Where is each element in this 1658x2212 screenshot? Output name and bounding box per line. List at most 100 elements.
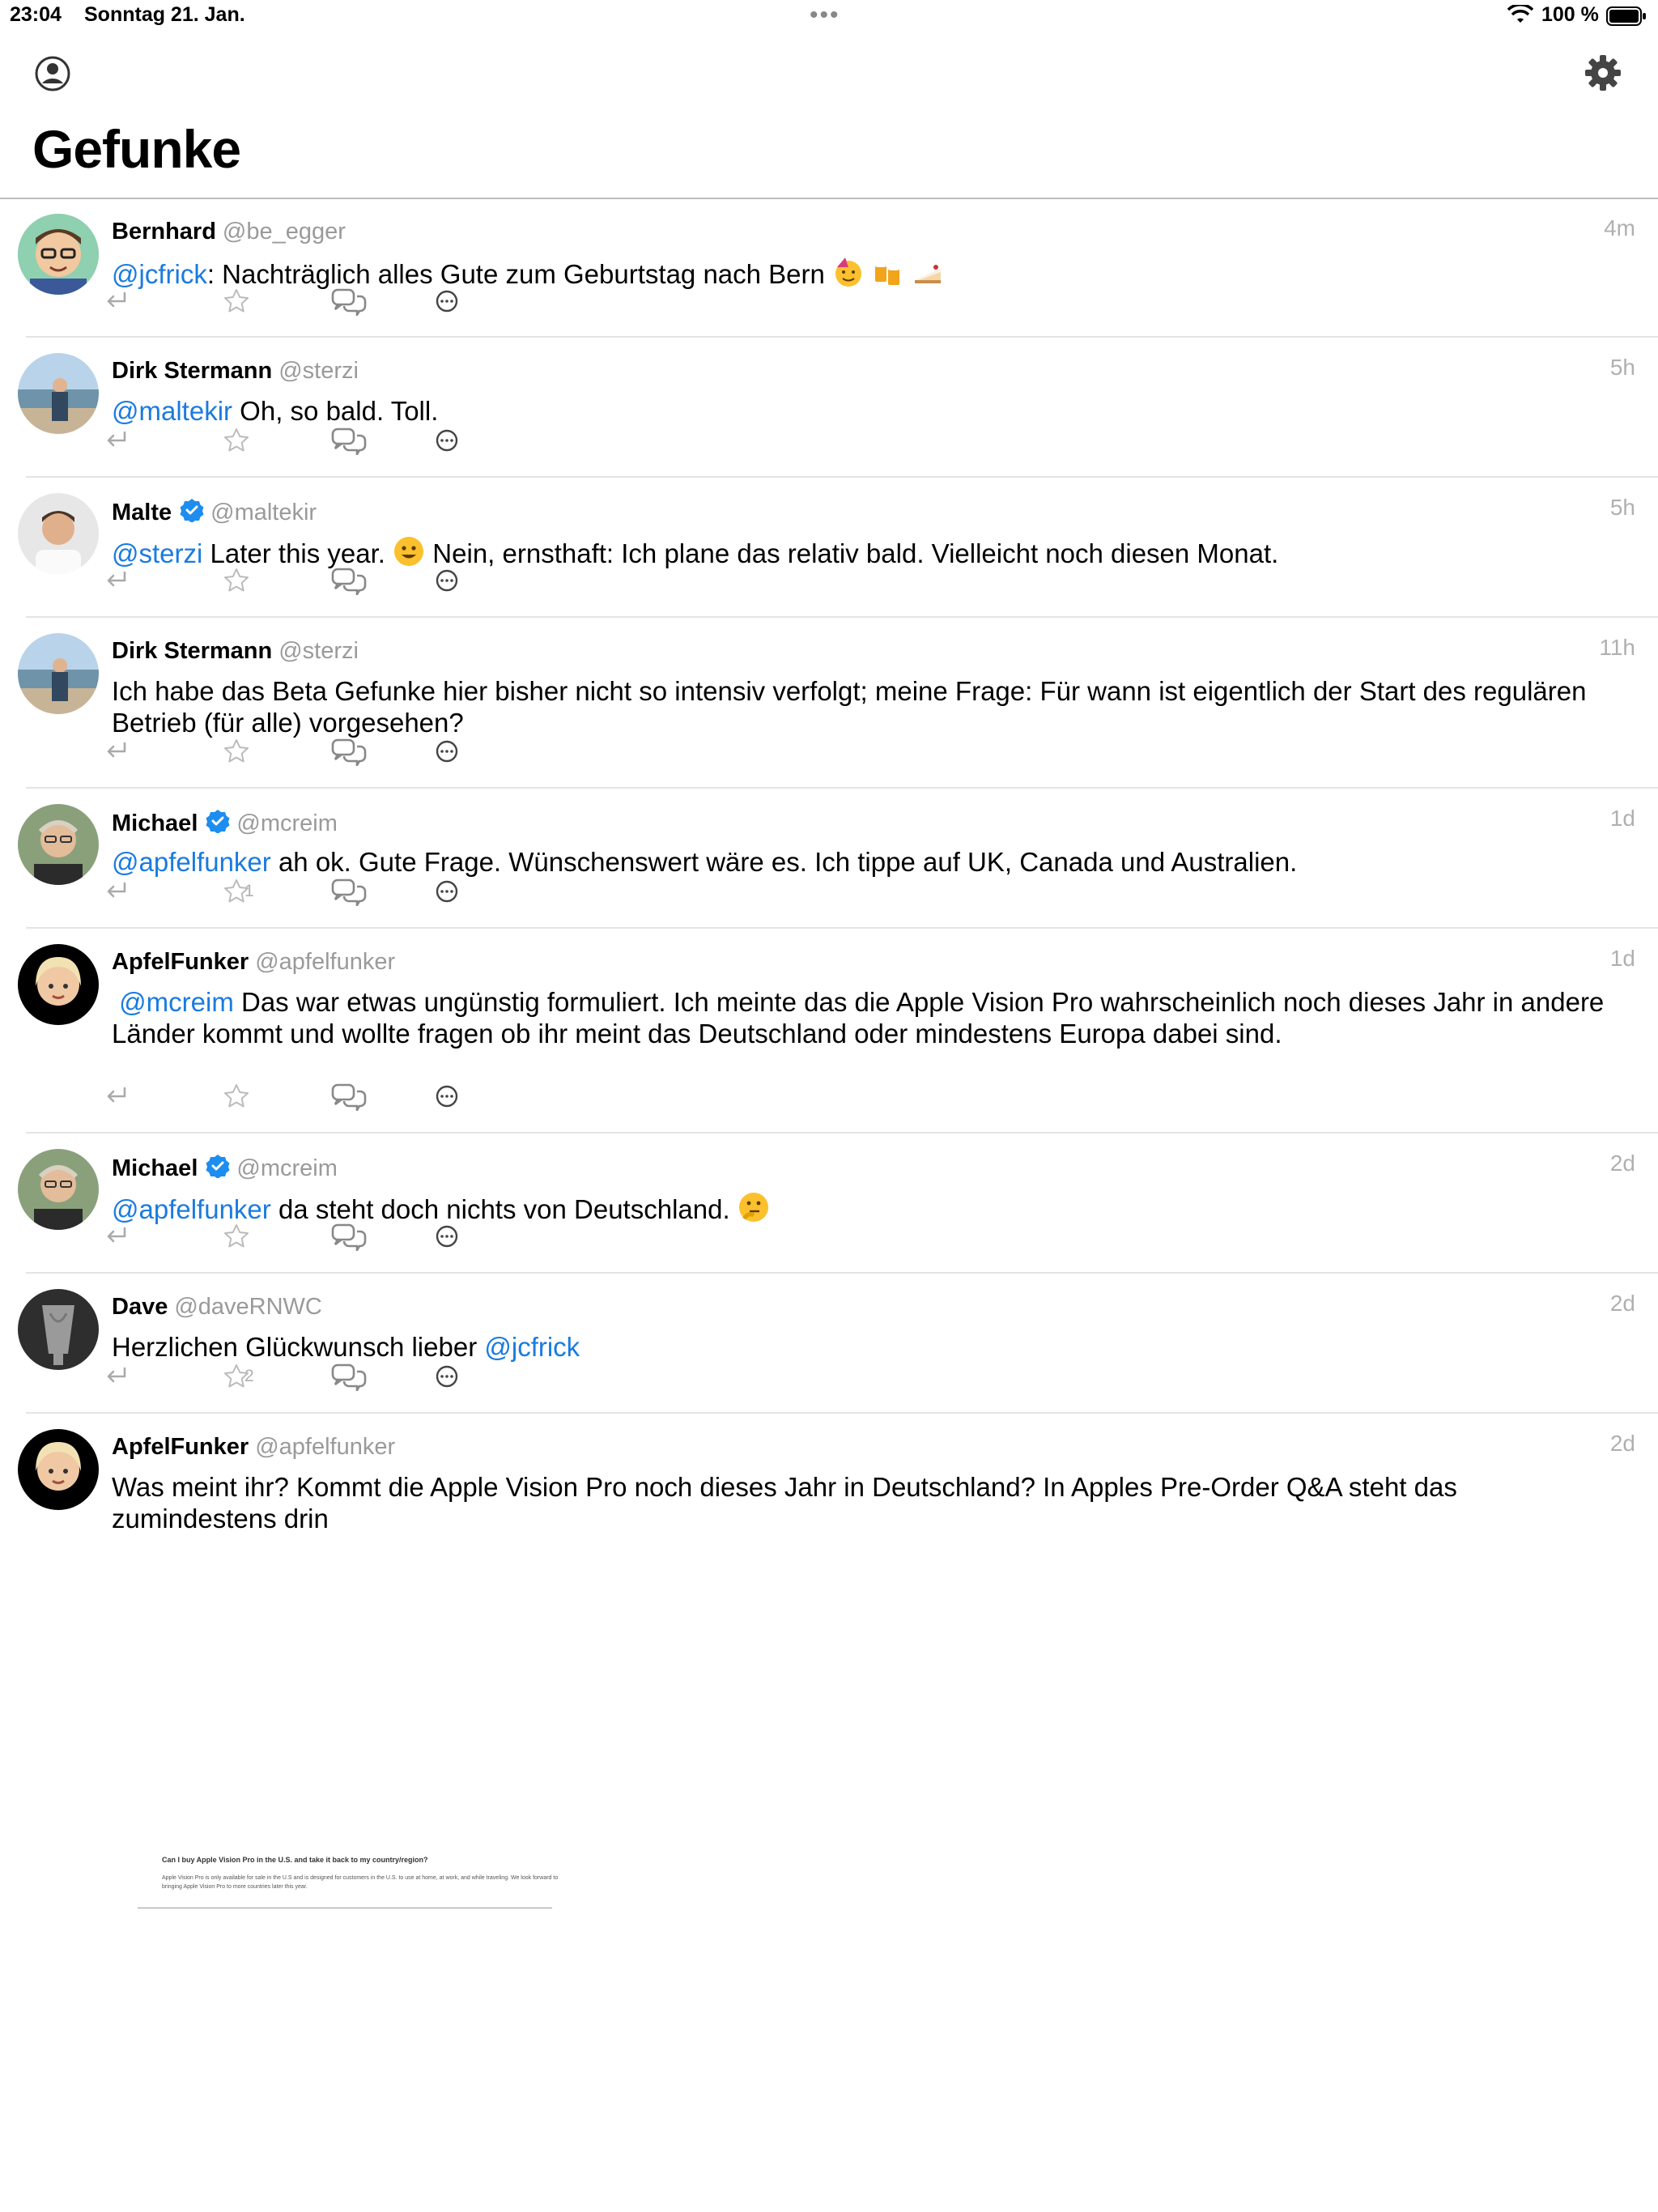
- avatar[interactable]: [18, 944, 99, 1025]
- chat-icon[interactable]: [331, 566, 367, 595]
- mention-link[interactable]: @apfelfunker: [112, 847, 271, 877]
- post[interactable]: Bernhard @be_egger 4m @jcfrick: Nachträgl…: [0, 199, 1658, 338]
- page-title: Gefunke: [32, 119, 241, 179]
- reply-icon[interactable]: [102, 1362, 131, 1391]
- post-actions: [102, 566, 474, 595]
- post-divider: [26, 787, 1658, 789]
- post-divider: [26, 476, 1658, 478]
- chat-icon[interactable]: [331, 1082, 367, 1111]
- star-icon[interactable]: [222, 1222, 251, 1251]
- post[interactable]: Michael @mcreim 1d @apfelfunker ah ok. Gu…: [0, 789, 1658, 929]
- post[interactable]: Malte @maltekir 5h @sterzi Later this yea…: [0, 479, 1658, 618]
- post-divider: [26, 616, 1658, 618]
- avatar[interactable]: [18, 493, 99, 574]
- post-handle[interactable]: @mcreim: [236, 810, 337, 836]
- post-author[interactable]: Malte @maltekir: [112, 498, 317, 526]
- post-time: 5h: [1609, 355, 1635, 380]
- reply-icon[interactable]: [102, 1082, 131, 1111]
- mention-link[interactable]: @jcfrick: [484, 1332, 580, 1362]
- more-icon[interactable]: [432, 1082, 461, 1111]
- feed[interactable]: Bernhard @be_egger 4m @jcfrick: Nachträgl…: [0, 199, 1658, 2131]
- profile-icon[interactable]: [34, 55, 71, 92]
- post-handle[interactable]: @daveRNWC: [174, 1294, 322, 1320]
- more-icon[interactable]: [432, 566, 461, 595]
- battery-percent: 100 %: [1541, 3, 1599, 26]
- reply-icon[interactable]: [102, 877, 131, 906]
- mention-link[interactable]: @jcfrick: [112, 259, 207, 289]
- post[interactable]: ApfelFunker @apfelfunker 2d Was meint ihr…: [0, 1414, 1658, 1909]
- star-icon[interactable]: [222, 426, 251, 455]
- mention-link[interactable]: @apfelfunker: [112, 1194, 271, 1224]
- post[interactable]: Michael @mcreim 2d @apfelfunker da steht …: [0, 1134, 1658, 1274]
- post[interactable]: Dave @daveRNWC 2d Herzlichen Glückwunsch …: [0, 1274, 1658, 1414]
- avatar[interactable]: [18, 214, 99, 295]
- post-author[interactable]: Michael @mcreim: [112, 1154, 338, 1182]
- post-handle[interactable]: @apfelfunker: [255, 949, 395, 975]
- reply-icon[interactable]: [102, 1222, 131, 1251]
- status-date: Sonntag 21. Jan.: [84, 3, 245, 26]
- post-handle[interactable]: @sterzi: [278, 358, 359, 384]
- post-divider: [26, 1272, 1658, 1274]
- multitasking-dots-icon[interactable]: •••: [810, 2, 840, 29]
- avatar[interactable]: [18, 1149, 99, 1230]
- post-handle[interactable]: @apfelfunker: [255, 1434, 395, 1460]
- gear-icon[interactable]: [1584, 53, 1622, 92]
- star-icon[interactable]: [222, 737, 251, 766]
- post-time: 1d: [1609, 946, 1635, 971]
- post-time: 4m: [1604, 215, 1635, 240]
- chat-icon[interactable]: [331, 426, 367, 455]
- avatar[interactable]: [18, 804, 99, 885]
- more-icon[interactable]: [432, 737, 461, 766]
- verified-badge-icon: [206, 1154, 230, 1178]
- reply-icon[interactable]: [102, 566, 131, 595]
- star-icon[interactable]: [222, 566, 251, 595]
- mention-link[interactable]: @mcreim: [119, 987, 234, 1017]
- post-author[interactable]: Dave @daveRNWC: [112, 1294, 322, 1321]
- post-author[interactable]: Michael @mcreim: [112, 809, 338, 837]
- cake-emoji: [915, 265, 942, 283]
- more-icon[interactable]: [432, 426, 461, 455]
- post-handle[interactable]: @sterzi: [278, 638, 359, 664]
- more-icon[interactable]: [432, 1222, 461, 1251]
- post-actions: [102, 287, 474, 316]
- post-text: @apfelfunker ah ok. Gute Frage. Wünschen…: [112, 847, 1298, 877]
- chat-icon[interactable]: [331, 1362, 367, 1391]
- post-divider: [26, 336, 1658, 338]
- chat-icon[interactable]: [331, 737, 367, 766]
- grinning-face-emoji: [393, 535, 425, 568]
- reply-icon[interactable]: [102, 426, 131, 455]
- more-icon[interactable]: [432, 877, 461, 906]
- reply-icon[interactable]: [102, 737, 131, 766]
- mention-link[interactable]: @maltekir: [112, 396, 232, 426]
- post[interactable]: Dirk Stermann @sterzi 11h Ich habe das Be…: [0, 619, 1658, 789]
- thinking-face-emoji: [738, 1193, 768, 1222]
- reply-icon[interactable]: [102, 287, 131, 316]
- post-handle[interactable]: @maltekir: [210, 500, 317, 525]
- avatar[interactable]: [18, 1289, 99, 1370]
- post-text: Ich habe das Beta Gefunke hier bisher ni…: [112, 676, 1587, 738]
- avatar[interactable]: [18, 633, 99, 714]
- mention-link[interactable]: @sterzi: [112, 538, 202, 568]
- post-handle[interactable]: @be_egger: [223, 219, 346, 245]
- chat-icon[interactable]: [331, 877, 367, 906]
- post-text: @sterzi Later this year. Nein, ernsthaft…: [112, 535, 1626, 569]
- post-author[interactable]: Bernhard @be_egger: [112, 219, 346, 245]
- post-author[interactable]: ApfelFunker @apfelfunker: [112, 1434, 395, 1461]
- star-icon[interactable]: [222, 1082, 251, 1111]
- post-author[interactable]: Dirk Stermann @sterzi: [112, 358, 359, 385]
- post-text: Was meint ihr? Kommt die Apple Vision Pr…: [112, 1472, 1457, 1534]
- verified-badge-icon: [180, 498, 204, 522]
- more-icon[interactable]: [432, 1362, 461, 1391]
- chat-icon[interactable]: [331, 287, 367, 316]
- post-author[interactable]: Dirk Stermann @sterzi: [112, 638, 359, 665]
- avatar[interactable]: [18, 353, 99, 434]
- post-handle[interactable]: @mcreim: [236, 1155, 337, 1181]
- post[interactable]: Dirk Stermann @sterzi 5h @maltekir Oh, so…: [0, 338, 1658, 478]
- beer-mugs-emoji: [875, 262, 900, 285]
- avatar[interactable]: [18, 1429, 99, 1510]
- post-author[interactable]: ApfelFunker @apfelfunker: [112, 949, 395, 976]
- chat-icon[interactable]: [331, 1222, 367, 1251]
- star-icon[interactable]: [222, 287, 251, 316]
- post[interactable]: ApfelFunker @apfelfunker 1d @mcreim Das w…: [0, 929, 1658, 1134]
- more-icon[interactable]: [432, 287, 461, 316]
